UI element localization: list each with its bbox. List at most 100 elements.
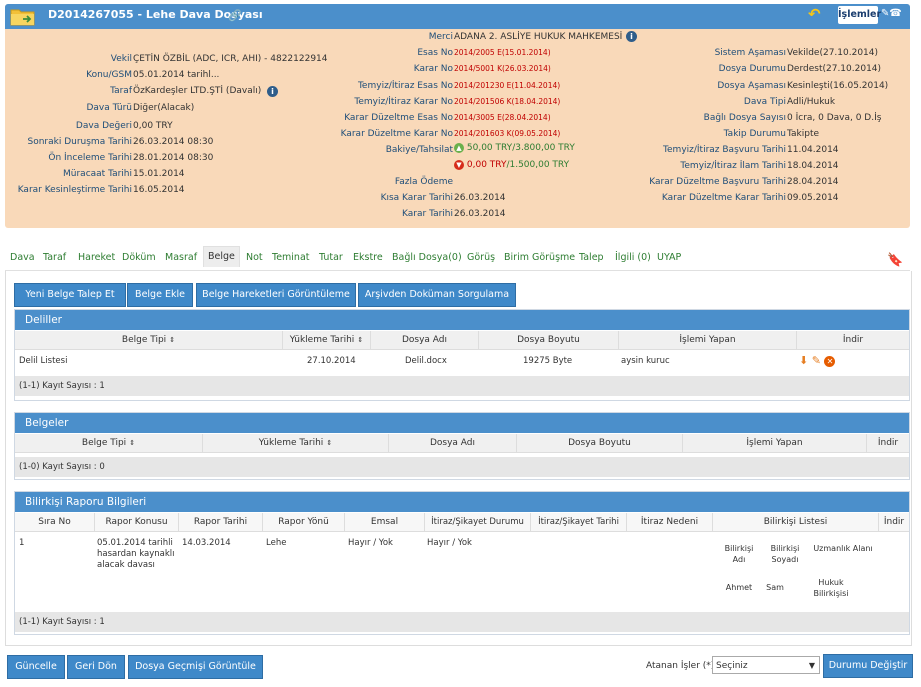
back-arrow-icon[interactable]: ↶ — [808, 5, 821, 23]
bakiye-values: ▲ 50,00 TRY/3.800,00 TRY — [454, 142, 575, 154]
edit-phone-icon[interactable]: ✎☎ — [881, 8, 902, 19]
col-indir: İndir — [883, 517, 905, 527]
deliller-record-count: (1-1) Kayıt Sayısı : 1 — [15, 376, 909, 396]
left-value: ÖzKardeşler LTD.ŞTİ (Davalı) — [133, 86, 262, 96]
right-label: Sistem Aşaması — [714, 48, 786, 58]
row-actions: ⬇ ✎ ✕ — [799, 354, 836, 367]
tab-not[interactable]: Not — [246, 251, 263, 265]
middle-value: 2014/201506 K(18.04.2014) — [454, 97, 561, 106]
col-rapor-tarihi: Rapor Tarihi — [179, 513, 263, 531]
right-value: Kesinleşti(16.05.2014) — [787, 81, 889, 91]
middle-value: 26.03.2014 — [454, 209, 506, 219]
tahsilat-value: 0,00 TRY — [466, 160, 507, 170]
right-label: Temyiz/İtiraz İlam Tarihi — [680, 161, 786, 171]
col-yukleme-tarihi[interactable]: Yükleme Tarihi ⇕ — [203, 434, 389, 452]
right-value: Vekilde(27.10.2014) — [787, 48, 879, 58]
col-rapor-konusu: Rapor Konusu — [95, 513, 179, 531]
belgeler-table-header: Belge Tipi ⇕ Yükleme Tarihi ⇕ Dosya Adı Do… — [15, 434, 909, 453]
tab-birim-görüşme[interactable]: Birim Görüşme — [504, 251, 575, 265]
middle-label: Karar No — [413, 64, 453, 74]
link-icon[interactable]: 🔗 — [228, 9, 242, 22]
tab-uyap[interactable]: UYAP — [657, 251, 681, 265]
info-icon[interactable]: i — [267, 86, 278, 97]
cell-belge-tipi: Delil Listesi — [19, 356, 68, 366]
tab-belge[interactable]: Belge — [203, 246, 240, 267]
info-icon[interactable]: i — [626, 31, 637, 42]
left-value: Diğer(Alacak) — [133, 103, 195, 113]
sub-cell-adi: Ahmet — [725, 583, 753, 592]
left-value: 28.01.2014 08:30 — [133, 153, 214, 163]
dosya-gecmisi-button[interactable]: Dosya Geçmişi Görüntüle — [128, 655, 263, 679]
tab-talep[interactable]: Talep — [579, 251, 604, 265]
tab-masraf[interactable]: Masraf — [165, 251, 197, 265]
middle-value: 2014/3005 E(28.04.2014) — [454, 113, 551, 122]
col-yukleme-tarihi[interactable]: Yükleme Tarihi ⇕ — [283, 331, 371, 349]
left-label: Vekil — [110, 54, 132, 64]
tab-dava[interactable]: Dava — [10, 251, 35, 265]
middle-value: 2014/201603 K(09.05.2014) — [454, 129, 561, 138]
cell-yukleme-tarihi: 27.10.2014 — [307, 356, 356, 366]
tab-i-lgili-0-[interactable]: İlgili (0) — [615, 251, 651, 265]
belge-hareketleri-button[interactable]: Belge Hareketleri Görüntüleme — [196, 283, 356, 307]
col-dosya-adi: Dosya Adı — [389, 434, 517, 452]
right-label: Karar Düzeltme Karar Tarihi — [661, 193, 786, 203]
middle-label: Bakiye/Tahsilat — [385, 145, 453, 155]
belgeler-title: Belgeler — [15, 413, 909, 433]
right-value: 11.04.2014 — [787, 145, 839, 155]
middle-value: 2014/2005 E(15.01.2014) — [454, 48, 551, 57]
cell-rapor-yonu: Lehe — [266, 538, 287, 548]
folder-icon — [10, 7, 36, 26]
islemler-button[interactable]: İşlemler — [838, 6, 881, 24]
tab-görüş[interactable]: Görüş — [467, 251, 495, 265]
bilirkisi-title: Bilirkişi Raporu Bilgileri — [15, 492, 909, 512]
middle-label: Karar Tarihi — [402, 209, 453, 219]
arrow-up-icon: ▲ — [454, 142, 464, 153]
yeni-belge-talep-button[interactable]: Yeni Belge Talep Et — [14, 283, 126, 307]
left-value: 15.01.2014 — [133, 169, 185, 179]
left-label: Ön İnceleme Tarihi — [48, 153, 132, 163]
download-icon[interactable]: ⬇ — [799, 354, 808, 367]
cell-dosya-adi: Delil.docx — [405, 356, 447, 366]
middle-label: Temyiz/İtiraz Esas No — [357, 81, 453, 91]
left-label: Dava Değeri — [75, 121, 132, 131]
tab-döküm[interactable]: Döküm — [122, 251, 156, 265]
left-label: Taraf — [110, 86, 132, 96]
right-value: Adli/Hukuk — [787, 97, 836, 107]
durumu-degistir-button[interactable]: Durumu Değiştir — [823, 654, 913, 678]
right-label: Takip Durumu — [723, 129, 786, 139]
right-label: Karar Düzeltme Başvuru Tarihi — [649, 177, 786, 187]
tab-hareket[interactable]: Hareket — [78, 251, 115, 265]
col-itiraz-tarihi: İtiraz/Şikayet Tarihi — [531, 513, 627, 531]
pencil-icon[interactable]: ✎ — [812, 354, 821, 367]
guncelle-button[interactable]: Güncelle — [7, 655, 65, 679]
middle-label: Karar Düzeltme Esas No — [344, 113, 453, 123]
tab-bağlı-dosya-0-[interactable]: Bağlı Dosya(0) — [392, 251, 462, 265]
tab-ekstre[interactable]: Ekstre — [353, 251, 383, 265]
bakiye-value: 50,00 TRY — [466, 143, 513, 153]
bookmark-icon[interactable]: 🔖 — [887, 253, 903, 268]
right-value: Takipte — [787, 129, 820, 139]
left-value: 26.03.2014 08:30 — [133, 137, 214, 147]
col-belge-tipi[interactable]: Belge Tipi ⇕ — [15, 331, 283, 349]
arrow-down-icon: ▼ — [454, 159, 464, 170]
tab-taraf[interactable]: Taraf — [43, 251, 66, 265]
atanan-isler-select[interactable]: Seçiniz ▼ — [712, 656, 820, 674]
middle-label: Fazla Ödeme — [394, 177, 453, 187]
tab-teminat[interactable]: Teminat — [272, 251, 310, 265]
col-itiraz-nedeni: İtiraz Nedeni — [627, 513, 713, 531]
middle-label: Merci — [428, 32, 453, 42]
right-label: Dosya Durumu — [718, 64, 786, 74]
arsiv-sorgulama-button[interactable]: Arşivden Doküman Sorgulama — [358, 283, 516, 307]
delete-icon[interactable]: ✕ — [824, 356, 836, 367]
col-rapor-yonu: Rapor Yönü — [263, 513, 345, 531]
right-value: 28.04.2014 — [787, 177, 839, 187]
geri-don-button[interactable]: Geri Dön — [67, 655, 125, 679]
middle-value: 2014/5001 K(26.03.2014) — [454, 64, 551, 73]
col-islemi-yapan: İşlemi Yapan — [683, 434, 867, 452]
tab-tutar[interactable]: Tutar — [319, 251, 343, 265]
col-belge-tipi[interactable]: Belge Tipi ⇕ — [15, 434, 203, 452]
tahsilat-values: ▼ 0,00 TRY/1.500,00 TRY — [454, 159, 569, 171]
belge-ekle-button[interactable]: Belge Ekle — [127, 283, 193, 307]
sub-header-adi: Bilirkişi Adı — [724, 544, 754, 564]
middle-value: 26.03.2014 — [454, 193, 506, 203]
